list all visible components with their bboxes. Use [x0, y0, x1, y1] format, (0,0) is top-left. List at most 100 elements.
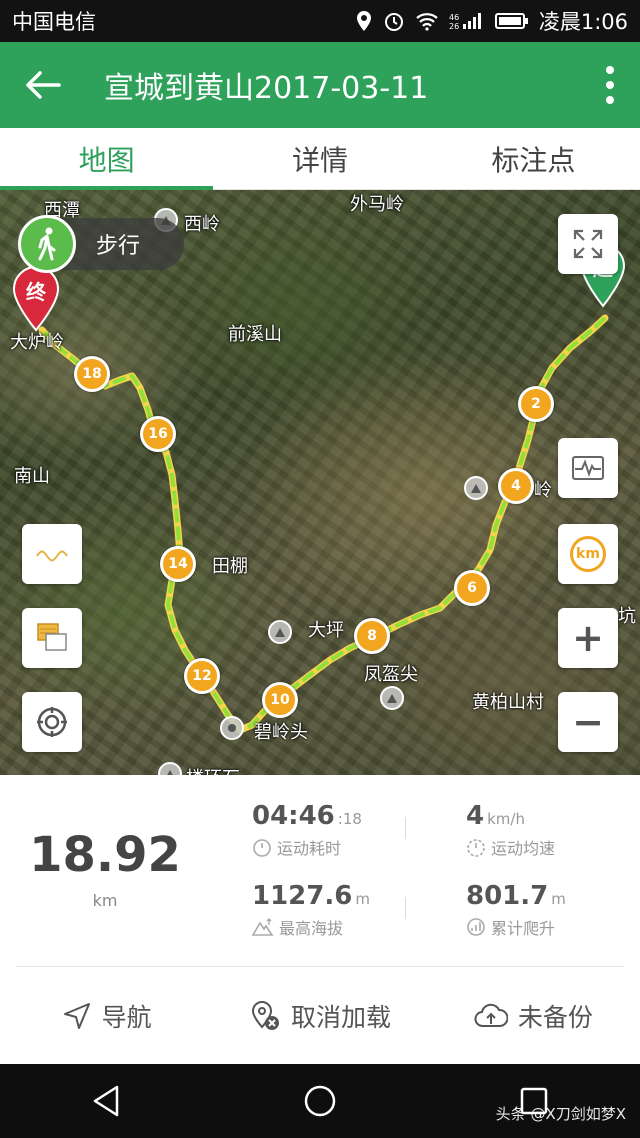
km-marker[interactable]: 2: [518, 386, 554, 422]
travel-mode-label: 步行: [96, 234, 141, 259]
total-climb-unit: m: [551, 890, 566, 908]
more-menu-button[interactable]: [580, 42, 640, 128]
altitude-chart-button[interactable]: [558, 438, 618, 498]
speed-unit: km/h: [487, 810, 525, 828]
signal-icon: 4626: [449, 13, 481, 31]
zoom-out-label: −: [572, 700, 604, 744]
place-label: 黄柏山村: [472, 692, 544, 713]
status-icons: 46 26 凌晨1:06: [355, 6, 628, 36]
distance-value: 18.92: [29, 827, 181, 883]
poi-icon: [380, 686, 404, 710]
km-marker[interactable]: 10: [262, 682, 298, 718]
speed-chart-button[interactable]: [22, 524, 82, 584]
km-marker[interactable]: 12: [184, 658, 220, 694]
tab-markers[interactable]: 标注点: [427, 128, 640, 189]
divider: [405, 897, 406, 919]
place-label: 大坪: [308, 620, 344, 641]
stats-panel: 18.92 km 04:46:18 运动耗时 4 km/h 运动均速 1127.6…: [0, 775, 640, 967]
km-toggle-label: km: [576, 546, 600, 562]
poi-icon: [464, 476, 488, 500]
fullscreen-button[interactable]: [558, 214, 618, 274]
place-label: 楼环石: [186, 764, 240, 775]
tab-map[interactable]: 地图: [0, 128, 214, 190]
zoom-out-button[interactable]: −: [558, 692, 618, 752]
km-marker[interactable]: 6: [454, 570, 490, 606]
navigation-arrow-icon: [63, 1003, 90, 1029]
cancel-load-button[interactable]: 取消加载: [213, 968, 426, 1064]
navigate-button[interactable]: 导航: [0, 968, 213, 1064]
max-altitude-value: 1127.6: [252, 881, 353, 911]
back-button[interactable]: [0, 42, 86, 128]
duration-value: 04:46: [252, 801, 335, 831]
km-marker[interactable]: 16: [140, 416, 176, 452]
km-toggle-button[interactable]: km: [558, 524, 618, 584]
backup-button[interactable]: 未备份: [427, 968, 640, 1064]
carrier-label: 中国电信: [12, 10, 96, 34]
tab-details[interactable]: 详情: [213, 128, 426, 189]
location-cancel-icon: [251, 1001, 279, 1030]
battery-icon: [494, 13, 528, 29]
walking-icon: [18, 215, 76, 273]
place-label: 田棚: [212, 556, 248, 577]
location-icon: [356, 11, 371, 31]
layers-icon: [37, 623, 67, 651]
km-marker[interactable]: 14: [160, 546, 196, 582]
locate-target-icon: [37, 707, 67, 737]
max-altitude-stat: 1127.6 m 最高海拔: [252, 881, 370, 939]
zoom-in-button[interactable]: +: [558, 608, 618, 668]
home-circle-icon[interactable]: [303, 1084, 337, 1118]
poi-icon: [268, 620, 292, 644]
km-marker[interactable]: 4: [498, 468, 534, 504]
speedometer-icon: [467, 839, 485, 857]
navigate-label: 导航: [101, 1003, 152, 1032]
max-altitude-label: 最高海拔: [279, 919, 344, 938]
layers-button[interactable]: [22, 608, 82, 668]
alarm-icon: [384, 13, 403, 31]
km-marker[interactable]: 18: [74, 356, 110, 392]
duration-label: 运动耗时: [277, 839, 342, 858]
divider: [405, 817, 406, 839]
place-label: 西岭: [184, 214, 220, 235]
place-label: 外马岭: [350, 194, 404, 215]
km-marker[interactable]: 8: [354, 618, 390, 654]
distance-unit: km: [92, 891, 118, 910]
page-title: 宣城到黄山2017-03-11: [104, 71, 429, 106]
zoom-in-label: +: [572, 616, 604, 660]
distance-stat: 18.92 km: [20, 827, 190, 910]
cancel-load-label: 取消加载: [290, 1003, 391, 1032]
svg-text:26: 26: [449, 22, 459, 31]
total-climb-value: 801.7: [466, 881, 549, 911]
app-root: 中国电信 46 26 凌晨1:06 宣城到黄山2017-03-11 地图 详情 标…: [0, 0, 640, 1138]
heartbeat-chart-icon: [572, 456, 604, 480]
max-altitude-unit: m: [355, 890, 370, 908]
place-label: 碧岭头: [254, 722, 308, 743]
climb-icon: [467, 918, 485, 936]
app-bar: 宣城到黄山2017-03-11: [0, 42, 640, 128]
backup-label: 未备份: [517, 1003, 593, 1032]
place-label: 前溪山: [228, 324, 282, 345]
tab-bar: 地图 详情 标注点: [0, 128, 640, 190]
arrow-left-icon: [26, 71, 61, 99]
speed-value: 4: [466, 801, 485, 831]
clock-label: 凌晨1:06: [538, 10, 628, 34]
action-bar: 导航 取消加载 未备份: [0, 968, 640, 1064]
travel-mode-selector[interactable]: 步行: [18, 215, 184, 273]
wifi-icon: [416, 13, 438, 31]
duration-stat: 04:46:18 运动耗时: [252, 801, 362, 859]
fullscreen-icon: [573, 229, 603, 259]
map-view[interactable]: 西潭 西岭 外马岭 大炉岭 前溪山 南山 田棚 大坪 凤盔尖 碧岭头 黄柏山村 …: [0, 190, 640, 775]
place-label: 坑: [618, 606, 636, 627]
speed-label: 运动均速: [491, 839, 556, 858]
speed-stat: 4 km/h 运动均速: [466, 801, 555, 859]
back-triangle-icon[interactable]: [91, 1084, 121, 1118]
watermark: 头条 @X刀剑如梦X: [495, 1105, 626, 1123]
cloud-upload-icon: [474, 1003, 508, 1027]
end-pin[interactable]: 终: [10, 264, 62, 332]
place-label: 凤盔尖: [364, 664, 418, 685]
end-pin-label: 终: [26, 280, 46, 304]
mountain-icon: [252, 918, 274, 936]
poi-icon: [220, 716, 244, 740]
locate-button[interactable]: [22, 692, 82, 752]
wave-line-icon: [36, 550, 68, 562]
stopwatch-icon: [253, 839, 271, 857]
